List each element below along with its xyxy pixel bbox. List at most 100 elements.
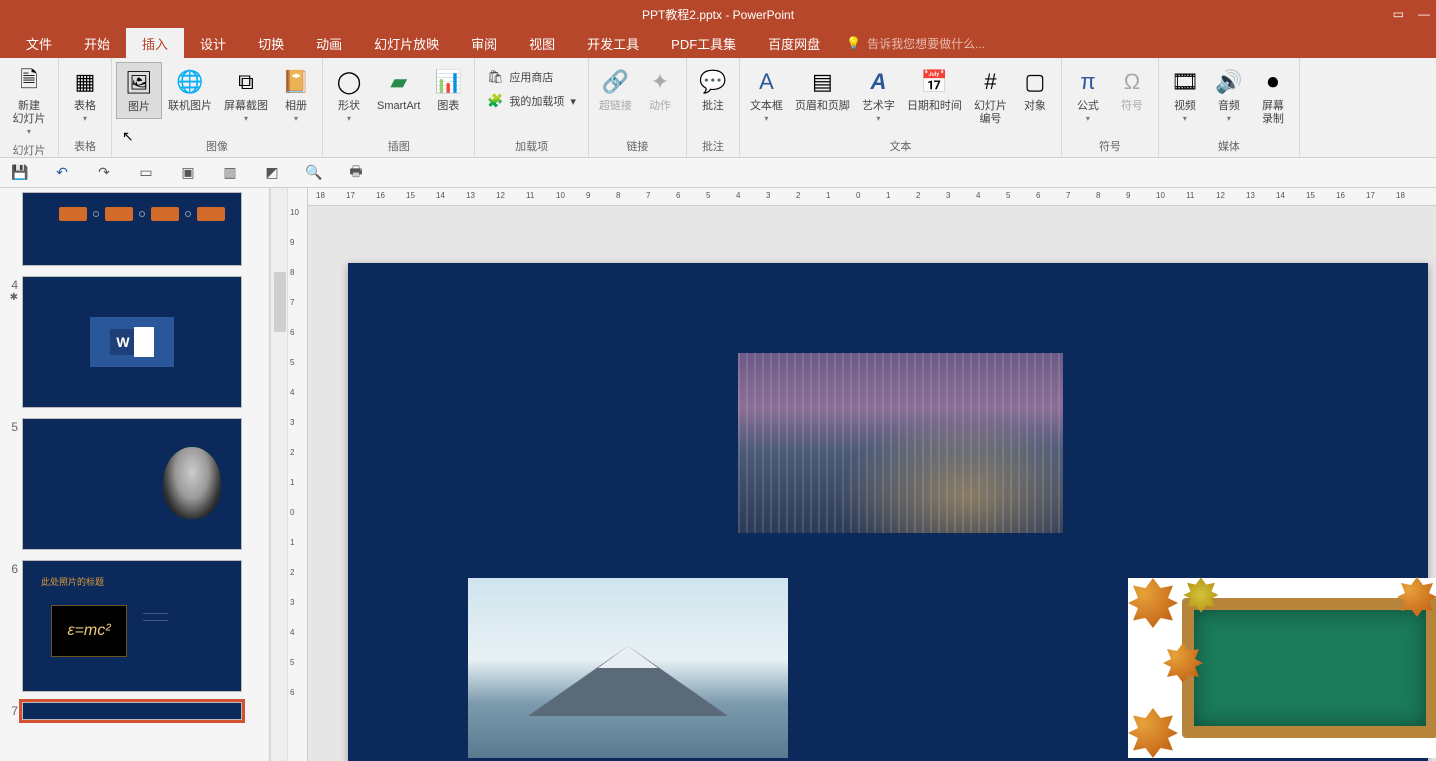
group-comments: 💬 批注 批注 bbox=[687, 58, 740, 157]
qat-button-4[interactable]: ◩ bbox=[262, 163, 282, 183]
group-symbols: π 公式 ▾ Ω 符号 符号 bbox=[1062, 58, 1159, 157]
scrollbar-thumb[interactable] bbox=[274, 272, 286, 332]
qat-button-5[interactable]: 🔍 bbox=[304, 163, 324, 183]
ruler-tick: 9 bbox=[586, 191, 590, 200]
ruler-tick: 12 bbox=[496, 191, 505, 200]
header-footer-icon: ▤ bbox=[806, 66, 838, 98]
chart-button[interactable]: 📊 图表 bbox=[426, 62, 470, 117]
table-icon: ▦ bbox=[69, 66, 101, 98]
object-button[interactable]: ▢ 对象 bbox=[1013, 62, 1057, 117]
video-button[interactable]: 🎞 视频 ▾ bbox=[1163, 62, 1207, 127]
tab-transitions[interactable]: 切换 bbox=[242, 28, 300, 58]
picture-icon: 🖼 bbox=[123, 67, 155, 99]
ruler-tick: 1 bbox=[826, 191, 830, 200]
tab-file[interactable]: 文件 bbox=[10, 28, 68, 58]
thumb-body-text: —————————— bbox=[143, 611, 223, 625]
ruler-tick: 5 bbox=[706, 191, 710, 200]
store-button[interactable]: 🛍 应用商店 bbox=[483, 66, 580, 88]
tab-review[interactable]: 审阅 bbox=[455, 28, 513, 58]
ruler-tick: 15 bbox=[1306, 191, 1315, 200]
tab-view[interactable]: 视图 bbox=[513, 28, 571, 58]
ruler-tick: 3 bbox=[290, 418, 294, 427]
group-media: 🎞 视频 ▾ 🔊 音频 ▾ ⏺ 屏幕 录制 媒体 bbox=[1159, 58, 1300, 157]
slide-edit-area[interactable]: 1817161514131211109876543210123456789101… bbox=[308, 188, 1436, 761]
new-slide-button[interactable]: 🗎 新建 幻灯片 ▾ bbox=[4, 62, 54, 140]
screen-recording-icon: ⏺ bbox=[1257, 66, 1289, 98]
mountain-lake-image[interactable] bbox=[468, 578, 788, 758]
save-button[interactable]: 💾 bbox=[10, 163, 30, 183]
tab-insert[interactable]: 插入 bbox=[126, 28, 184, 58]
ruler-tick: 18 bbox=[1396, 191, 1405, 200]
online-pictures-button[interactable]: 🌐 联机图片 bbox=[162, 62, 218, 117]
slide-thumb-3[interactable] bbox=[22, 192, 242, 266]
shapes-button[interactable]: ◯ 形状 ▾ bbox=[327, 62, 371, 127]
ruler-tick: 2 bbox=[796, 191, 800, 200]
ruler-tick: 5 bbox=[290, 358, 294, 367]
qat-button-3[interactable]: ▥ bbox=[220, 163, 240, 183]
textbox-icon: A bbox=[750, 66, 782, 98]
wordart-button[interactable]: A 艺术字 ▾ bbox=[856, 62, 901, 127]
slide-thumb-5[interactable] bbox=[22, 418, 242, 550]
ruler-tick: 6 bbox=[290, 328, 294, 337]
ribbon-display-options-icon[interactable]: ▭ bbox=[1393, 7, 1404, 21]
group-slides: 🗎 新建 幻灯片 ▾ 幻灯片 bbox=[0, 58, 59, 157]
minimize-button[interactable]: — bbox=[1418, 7, 1430, 21]
tab-pdf-tools[interactable]: PDF工具集 bbox=[655, 28, 752, 58]
header-footer-button[interactable]: ▤ 页眉和页脚 bbox=[789, 62, 856, 117]
undo-button[interactable]: ↶ bbox=[52, 163, 72, 183]
thumbnail-scrollbar[interactable] bbox=[270, 188, 288, 761]
quick-access-toolbar: 💾 ↶ ↷ ▭ ▣ ▥ ◩ 🔍 🖶 bbox=[0, 158, 1436, 188]
window-title: PPT教程2.pptx - PowerPoint bbox=[642, 6, 794, 23]
screenshot-button[interactable]: ⧉ 屏幕截图 ▾ bbox=[218, 62, 274, 127]
tab-developer[interactable]: 开发工具 bbox=[571, 28, 655, 58]
my-addins-button[interactable]: 🧩 我的加载项 ▾ bbox=[483, 90, 580, 112]
tab-animations[interactable]: 动画 bbox=[300, 28, 358, 58]
ribbon: 🗎 新建 幻灯片 ▾ 幻灯片 ▦ 表格 ▾ 表格 🖼 图片 🌐 联机图片 bbox=[0, 58, 1436, 158]
qat-button-6[interactable]: 🖶 bbox=[346, 163, 366, 183]
group-addins: 🛍 应用商店 🧩 我的加载项 ▾ 加载项 bbox=[475, 58, 589, 157]
slide-thumb-4[interactable]: W bbox=[22, 276, 242, 408]
comment-button[interactable]: 💬 批注 bbox=[691, 62, 735, 117]
screen-recording-button[interactable]: ⏺ 屏幕 录制 bbox=[1251, 62, 1295, 130]
qat-button-1[interactable]: ▭ bbox=[136, 163, 156, 183]
hyperlink-button: 🔗 超链接 bbox=[593, 62, 638, 117]
object-icon: ▢ bbox=[1019, 66, 1051, 98]
ruler-tick: 6 bbox=[290, 688, 294, 697]
ruler-tick: 1 bbox=[290, 538, 294, 547]
datetime-button[interactable]: 📅 日期和时间 bbox=[901, 62, 968, 117]
slide-thumb-6[interactable]: 此处照片的标题 ε=mc² —————————— bbox=[22, 560, 242, 692]
symbol-button: Ω 符号 bbox=[1110, 62, 1154, 117]
group-illustrations: ◯ 形状 ▾ ▰ SmartArt 📊 图表 插图 bbox=[323, 58, 475, 157]
slide-number-label: 6 bbox=[4, 560, 22, 576]
ruler-tick: 1 bbox=[290, 478, 294, 487]
equation-button[interactable]: π 公式 ▾ bbox=[1066, 62, 1110, 127]
word-icon: W bbox=[90, 317, 174, 367]
slide-number-button[interactable]: # 幻灯片 编号 bbox=[968, 62, 1013, 130]
chalkboard-leaves-image[interactable] bbox=[1128, 578, 1436, 758]
tell-me-search[interactable]: 💡 告诉我您想要做什么... bbox=[846, 28, 985, 58]
ruler-tick: 12 bbox=[1216, 191, 1225, 200]
ruler-tick: 3 bbox=[290, 598, 294, 607]
tab-baidu[interactable]: 百度网盘 bbox=[752, 28, 836, 58]
picture-button[interactable]: 🖼 图片 bbox=[116, 62, 162, 119]
chart-icon: 📊 bbox=[432, 66, 464, 98]
textbox-button[interactable]: A 文本框 ▾ bbox=[744, 62, 789, 127]
ruler-tick: 2 bbox=[916, 191, 920, 200]
slide-thumb-7[interactable] bbox=[22, 702, 242, 720]
group-tables: ▦ 表格 ▾ 表格 bbox=[59, 58, 112, 157]
slide-thumbnail-panel[interactable]: 4✱ W 5 6 此处照片的标题 ε=mc² —————————— 7 bbox=[0, 188, 270, 761]
ruler-tick: 4 bbox=[290, 628, 294, 637]
qat-button-2[interactable]: ▣ bbox=[178, 163, 198, 183]
redo-button[interactable]: ↷ bbox=[94, 163, 114, 183]
photo-album-button[interactable]: 📔 相册 ▾ bbox=[274, 62, 318, 127]
table-button[interactable]: ▦ 表格 ▾ bbox=[63, 62, 107, 127]
tab-home[interactable]: 开始 bbox=[68, 28, 126, 58]
chevron-down-icon: ▾ bbox=[876, 114, 880, 123]
city-night-image[interactable] bbox=[738, 353, 1063, 533]
comment-icon: 💬 bbox=[697, 66, 729, 98]
tab-slideshow[interactable]: 幻灯片放映 bbox=[358, 28, 455, 58]
audio-button[interactable]: 🔊 音频 ▾ bbox=[1207, 62, 1251, 127]
smartart-button[interactable]: ▰ SmartArt bbox=[371, 62, 426, 117]
slide-canvas[interactable] bbox=[348, 263, 1428, 761]
tab-design[interactable]: 设计 bbox=[184, 28, 242, 58]
